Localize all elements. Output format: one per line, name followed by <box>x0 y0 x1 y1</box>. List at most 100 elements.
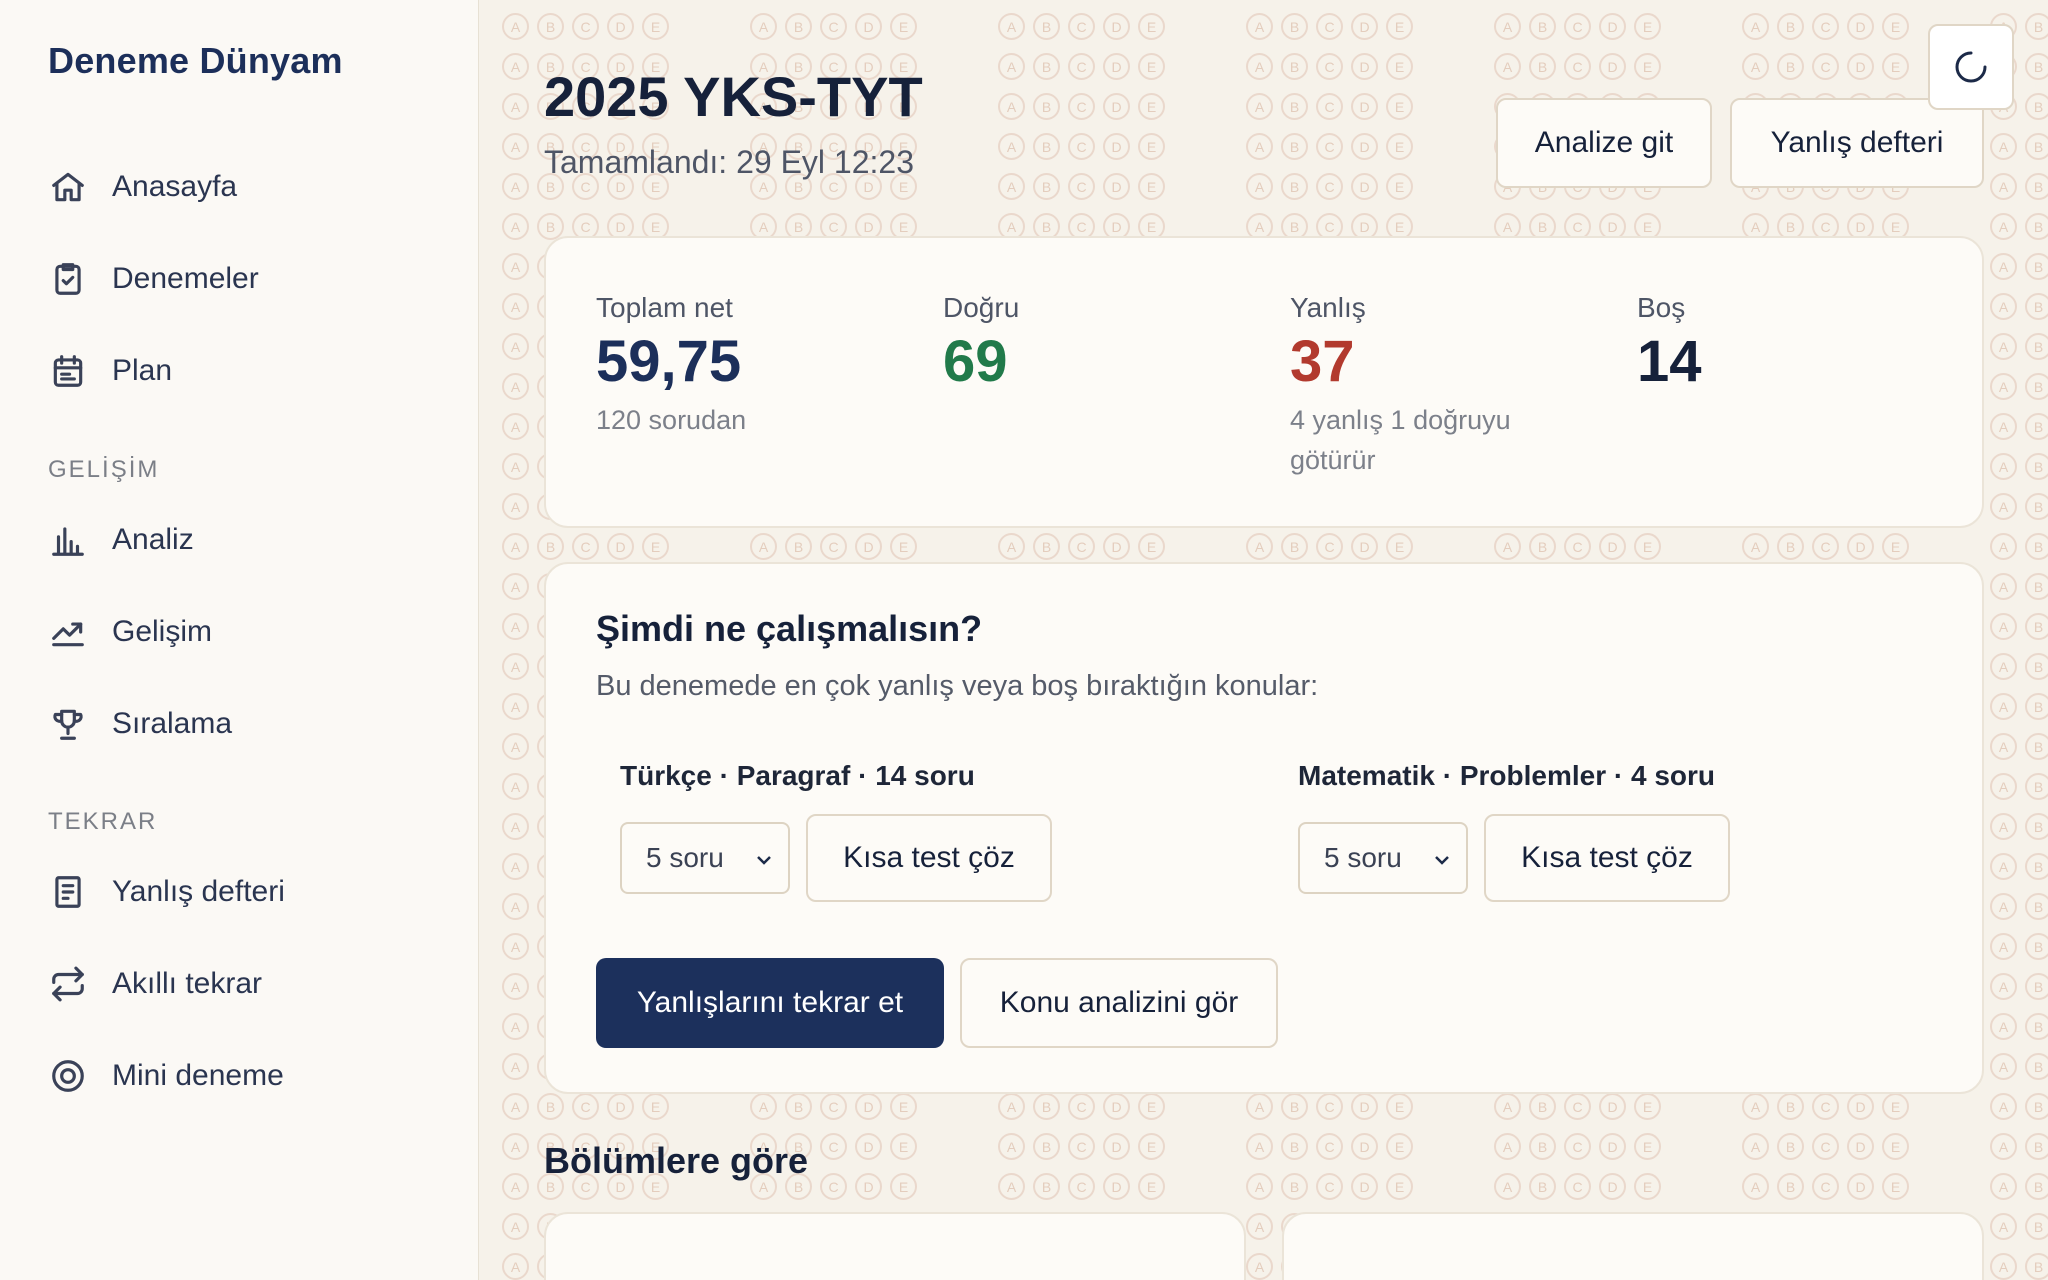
sidebar-item-siralama[interactable]: Sıralama <box>48 694 448 754</box>
repeat-mistakes-button[interactable]: Yanlışlarını tekrar et <box>596 958 944 1048</box>
bubble-row: ABCDE <box>1990 653 2048 680</box>
answer-bubble: B <box>2025 1053 2048 1080</box>
answer-bubble: A <box>1990 613 2017 640</box>
answer-bubble: B <box>1281 1173 1308 1200</box>
answer-bubble: B <box>1033 53 1060 80</box>
answer-bubble: A <box>502 93 529 120</box>
sidebar-item-analiz[interactable]: Analiz <box>48 510 448 570</box>
answer-bubble: C <box>1564 1173 1591 1200</box>
bubble-row: ABCDE <box>998 133 1173 160</box>
answer-bubble: B <box>2025 733 2048 760</box>
answer-bubble: B <box>1281 1093 1308 1120</box>
answer-bubble: B <box>537 13 564 40</box>
bubble-row: ABCDE <box>998 93 1173 120</box>
bubble-row: ABCDE <box>1246 1133 1421 1160</box>
short-test-button[interactable]: Kısa test çöz <box>806 814 1052 902</box>
answer-bubble: B <box>2025 853 2048 880</box>
answer-bubble: B <box>2025 813 2048 840</box>
answer-bubble: A <box>1990 373 2017 400</box>
correct-label: Doğru <box>943 292 1020 323</box>
bubble-row: ABCDE <box>750 533 925 560</box>
bubble-row: ABCDE <box>1990 1213 2048 1240</box>
bubble-row: ABCDE <box>1990 173 2048 200</box>
sidebar-item-label: Plan <box>112 354 173 387</box>
answer-bubble: E <box>1882 13 1909 40</box>
bubble-row: ABCDE <box>502 13 677 40</box>
wrong-label: Yanlış <box>1290 292 1366 323</box>
answer-bubble: A <box>1246 1093 1273 1120</box>
sidebar-item-anasayfa[interactable]: Anasayfa <box>48 157 448 217</box>
short-test-button[interactable]: Kısa test çöz <box>1484 814 1730 902</box>
section-label-tekrar: TEKRAR <box>48 808 158 835</box>
answer-bubble: D <box>1103 173 1130 200</box>
answer-bubble: B <box>2025 653 2048 680</box>
answer-bubble: A <box>998 1093 1025 1120</box>
answer-bubble: C <box>820 1133 847 1160</box>
answer-bubble: C <box>1564 53 1591 80</box>
sidebar-item-akilli-tekrar[interactable]: Akıllı tekrar <box>48 954 448 1014</box>
answer-bubble: E <box>890 1133 917 1160</box>
bubble-row: ABCDE <box>998 173 1173 200</box>
wrong-note: 4 yanlış 1 doğruyu götürür <box>1290 400 1511 480</box>
answer-bubble: A <box>502 373 529 400</box>
sidebar-item-label: Mini deneme <box>112 1059 284 1092</box>
page-title: 2025 YKS-TYT <box>544 65 923 128</box>
sidebar-item-plan[interactable]: Plan <box>48 341 448 401</box>
answer-bubble: C <box>1812 1093 1839 1120</box>
answer-bubble: A <box>502 573 529 600</box>
answer-bubble: A <box>1990 253 2017 280</box>
brand-logo[interactable]: Deneme Dünyam <box>48 40 343 82</box>
answer-bubble: A <box>998 13 1025 40</box>
answer-bubble: A <box>502 1013 529 1040</box>
answer-bubble: A <box>1990 453 2017 480</box>
answer-bubble: A <box>1990 173 2017 200</box>
answer-bubble: A <box>1990 1133 2017 1160</box>
answer-bubble: A <box>1246 133 1273 160</box>
answer-bubble: B <box>1281 1133 1308 1160</box>
bubble-row: ABCDE <box>998 13 1173 40</box>
answer-bubble: D <box>1847 1133 1874 1160</box>
topic-analysis-button[interactable]: Konu analizini gör <box>960 958 1278 1048</box>
answer-bubble: A <box>1742 1173 1769 1200</box>
sidebar-item-label: Sıralama <box>112 707 233 740</box>
sidebar: Deneme Dünyam Anasayfa Denemeler Plan GE… <box>0 0 479 1280</box>
sidebar-item-yanlis-defteri[interactable]: Yanlış defteri <box>48 862 448 922</box>
answer-bubble: E <box>1138 173 1165 200</box>
mistake-notebook-button[interactable]: Yanlış defteri <box>1730 98 1984 188</box>
sidebar-item-mini-deneme[interactable]: Mini deneme <box>48 1046 448 1106</box>
answer-bubble: A <box>502 1213 529 1240</box>
correct-value: 69 <box>943 329 1008 394</box>
sidebar-item-label: Gelişim <box>112 615 213 648</box>
answer-bubble: E <box>890 533 917 560</box>
bubble-row: ABCDE <box>1246 173 1421 200</box>
answer-bubble: A <box>750 13 777 40</box>
sidebar-item-label: Denemeler <box>112 262 259 295</box>
bubble-row: ABCDE <box>1246 533 1421 560</box>
answer-bubble: D <box>1103 13 1130 40</box>
answer-bubble: E <box>1138 1093 1165 1120</box>
bubble-row: ABCDE <box>1990 1013 2048 1040</box>
answer-bubble: A <box>502 173 529 200</box>
question-count-select[interactable]: 5 soru <box>1298 822 1468 894</box>
bar-chart-icon <box>48 520 88 560</box>
answer-bubble: B <box>1281 533 1308 560</box>
answer-bubble: A <box>1742 53 1769 80</box>
wrong-note-line-2: götürür <box>1290 445 1376 475</box>
analyze-button[interactable]: Analize git <box>1496 98 1712 188</box>
bubble-row: ABCDE <box>1246 93 1421 120</box>
clipboard-check-icon <box>48 259 88 299</box>
answer-bubble: B <box>1281 93 1308 120</box>
answer-bubble: A <box>1742 1093 1769 1120</box>
sidebar-item-denemeler[interactable]: Denemeler <box>48 249 448 309</box>
loading-button[interactable] <box>1928 24 2014 110</box>
repeat-icon <box>48 964 88 1004</box>
answer-bubble: B <box>1281 53 1308 80</box>
answer-bubble: B <box>1033 1133 1060 1160</box>
sidebar-item-gelisim[interactable]: Gelişim <box>48 602 448 662</box>
question-count-select[interactable]: 5 soru <box>620 822 790 894</box>
answer-bubble: D <box>1351 1093 1378 1120</box>
section-card <box>544 1212 1246 1280</box>
answer-bubble: E <box>1138 533 1165 560</box>
bubble-row: ABCDE <box>998 53 1173 80</box>
answer-bubble: E <box>1882 53 1909 80</box>
